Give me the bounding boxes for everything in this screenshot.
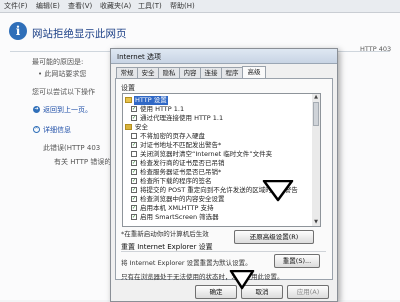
error-description: 此错误(HTTP 403: [43, 144, 101, 152]
tree-row[interactable]: 不将加密的页存入硬盘: [123, 132, 311, 141]
tree-row[interactable]: ✓ 对证书地址不匹配发出警告*: [123, 141, 311, 150]
back-link[interactable]: 返回到上一页。: [43, 105, 92, 115]
checkbox-checked[interactable]: ✓: [131, 205, 137, 211]
settings-tree[interactable]: HTTP 设置 ✓ 使用 HTTP 1.1 ✓ 通过代理连接使用 HTTP 1.…: [122, 93, 314, 227]
tree-row-label: 通过代理连接使用 HTTP 1.1: [140, 114, 224, 122]
checkbox-checked[interactable]: ✓: [131, 106, 137, 112]
tree-row-label: 检查所下载的程序的签名: [140, 177, 212, 185]
menu-edit[interactable]: 编辑(E): [36, 1, 60, 11]
tab-general[interactable]: 常规: [116, 67, 138, 78]
checkbox-checked[interactable]: ✓: [131, 169, 137, 175]
tree-row-label: 使用 HTTP 1.1: [140, 105, 185, 113]
checkbox-checked[interactable]: ✓: [131, 178, 137, 184]
tree-row-label: 对证书地址不匹配发出警告*: [140, 141, 222, 149]
folder-icon: [125, 97, 132, 103]
tree-row-label: 检查浏览器中的内容安全设置: [140, 195, 225, 203]
restart-note: *在重新启动你的计算机后生效: [121, 230, 209, 238]
menu-bar: 文件(F) 编辑(E) 查看(V) 收藏夹(A) 工具(T) 帮助(H): [0, 0, 400, 13]
settings-label: 设置: [121, 84, 135, 92]
tree-row[interactable]: ✓ 使用 HTTP 1.1: [123, 105, 311, 114]
info-icon: i: [9, 22, 27, 40]
checkbox-unchecked[interactable]: [131, 151, 137, 157]
tab-privacy[interactable]: 隐私: [158, 67, 180, 78]
tree-row-label: 安全: [135, 123, 148, 131]
menu-view[interactable]: 查看(V): [68, 1, 92, 11]
page-title: 网站拒绝显示此网页: [32, 28, 127, 40]
try-heading: 您可以尝试以下操作: [32, 88, 95, 96]
menu-help[interactable]: 帮助(H): [170, 1, 195, 11]
annotation-arrow-icon: [229, 270, 255, 290]
scroll-down-arrow-icon[interactable]: ▼: [312, 219, 320, 226]
menu-favorites[interactable]: 收藏夹(A): [100, 1, 131, 11]
tree-row[interactable]: HTTP 设置: [123, 96, 311, 105]
chevron-up-icon[interactable]: ^: [33, 126, 40, 133]
reset-button[interactable]: 重置(S)...: [274, 254, 320, 268]
checkbox-checked[interactable]: ✓: [131, 142, 137, 148]
reset-warning: 只有在浏览器处于无法使用的状态时，才应使用此设置。: [121, 273, 284, 281]
more-info-link[interactable]: 详细信息: [43, 125, 71, 135]
tree-row[interactable]: ✓ 检查发行商的证书是否已吊销: [123, 159, 311, 168]
tree-row[interactable]: ✓ 检查服务器证书是否已吊销*: [123, 168, 311, 177]
tree-row-label: 检查服务器证书是否已吊销*: [140, 168, 222, 176]
dialog-title: Internet 选项: [117, 53, 162, 61]
tree-row-label: 启用本机 XMLHTTP 支持: [140, 204, 214, 212]
tab-security[interactable]: 安全: [137, 67, 159, 78]
tree-row[interactable]: 安全: [123, 123, 311, 132]
internet-options-dialog: Internet 选项 常规 安全 隐私 内容 连接 程序 高级 设置 HTTP…: [110, 48, 338, 302]
tree-row-label: 关闭浏览器时清空“Internet 临时文件”文件夹: [140, 150, 273, 158]
advanced-panel: 设置 HTTP 设置 ✓ 使用 HTTP 1.1 ✓ 通过代理连接使用 HTTP…: [115, 78, 333, 281]
error-description-2: 有关 HTTP 错误的: [54, 158, 112, 166]
menu-file[interactable]: 文件(F): [4, 1, 28, 11]
dialog-titlebar[interactable]: Internet 选项: [111, 49, 337, 64]
restore-advanced-button[interactable]: 还原高级设置(R): [234, 230, 314, 244]
annotation-arrow-icon: [262, 180, 294, 202]
tree-scrollbar[interactable]: ▲ ▼: [312, 93, 321, 227]
tab-content[interactable]: 内容: [179, 67, 201, 78]
tree-row-label: 启用 SmartScreen 筛选器: [140, 213, 219, 221]
checkbox-unchecked[interactable]: [131, 133, 137, 139]
scroll-thumb[interactable]: [313, 102, 319, 126]
divider: [121, 251, 326, 252]
menu-tools[interactable]: 工具(T): [138, 1, 162, 11]
checkbox-checked[interactable]: ✓: [131, 187, 137, 193]
tree-row-label: 不将加密的页存入硬盘: [140, 132, 205, 140]
tree-row[interactable]: ✓ 启用 SmartScreen 筛选器: [123, 213, 311, 222]
tree-row[interactable]: ✓ 通过代理连接使用 HTTP 1.1: [123, 114, 311, 123]
checkbox-checked[interactable]: ✓: [131, 196, 137, 202]
tree-row-label: 检查发行商的证书是否已吊销: [140, 159, 225, 167]
checkbox-checked[interactable]: ✓: [131, 115, 137, 121]
tree-row[interactable]: 关闭浏览器时清空“Internet 临时文件”文件夹: [123, 150, 311, 159]
cause-item: • 此网站要求您: [38, 70, 87, 78]
tab-connections[interactable]: 连接: [200, 67, 222, 78]
checkbox-checked[interactable]: ✓: [131, 214, 137, 220]
tab-programs[interactable]: 程序: [221, 67, 243, 78]
checkbox-checked[interactable]: ✓: [131, 160, 137, 166]
tree-row[interactable]: ✓ 启用本机 XMLHTTP 支持: [123, 204, 311, 213]
cause-heading: 最可能的原因是:: [32, 58, 84, 66]
lock-icon: [125, 124, 132, 130]
arrow-right-icon: ➜: [33, 106, 40, 113]
reset-description: 将 Internet Explorer 设置重置为默认设置。: [121, 259, 252, 267]
tree-row-label: HTTP 设置: [134, 96, 168, 105]
apply-button[interactable]: 应用(A): [287, 285, 329, 299]
tab-strip: 常规 安全 隐私 内容 连接 程序 高级: [115, 66, 333, 79]
scroll-up-arrow-icon[interactable]: ▲: [312, 94, 320, 101]
